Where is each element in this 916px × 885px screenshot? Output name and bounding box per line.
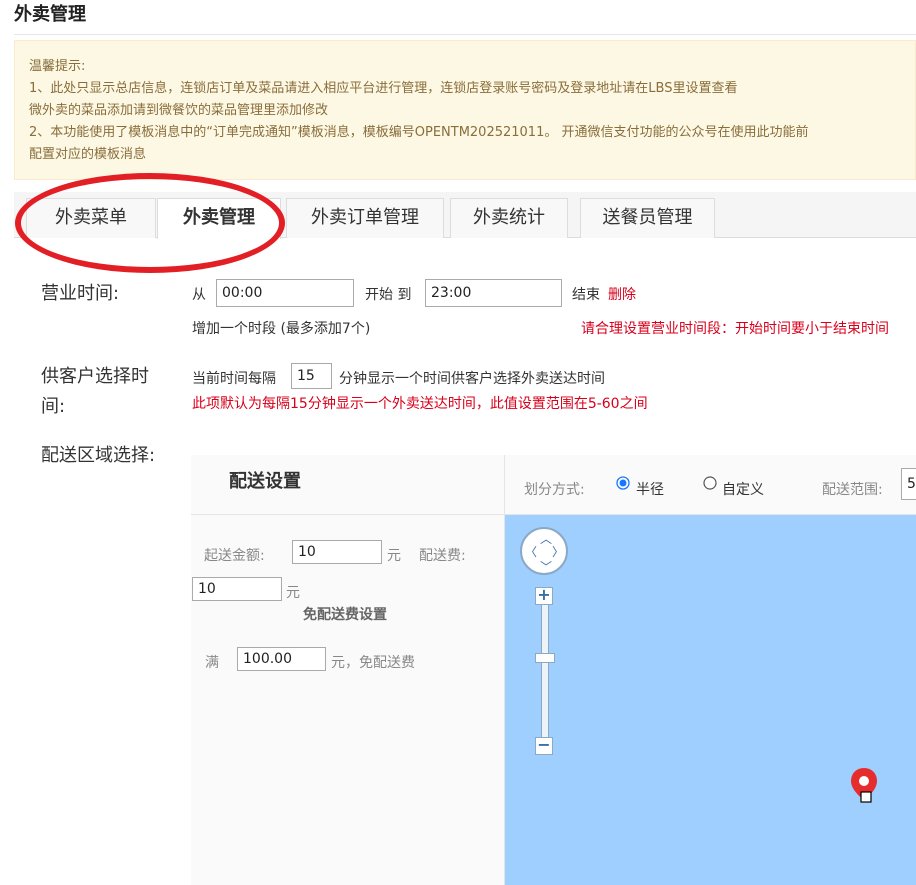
delivery-fee-unit: 元 (286, 585, 300, 601)
radio-radius-checked-icon[interactable] (616, 476, 630, 490)
page-title: 外卖管理 (14, 4, 86, 25)
notice-line-3: 2、本功能使用了模板消息中的“订单完成通知”模板消息，模板编号OPENTM202… (29, 125, 809, 140)
zoom-slider-handle[interactable] (535, 653, 555, 663)
divide-method-label: 划分方式: (524, 482, 585, 498)
range-label: 配送范围: (822, 482, 883, 498)
range-input[interactable]: 5 (901, 468, 916, 500)
full-label: 满 (205, 655, 219, 671)
zoom-in-icon[interactable]: + (535, 587, 553, 605)
notice-line-1: 1、此处只显示总店信息，连锁店订单及菜品请进入相应平台进行管理，连锁店登录账号密… (29, 81, 738, 96)
tab-takeout-stats[interactable]: 外卖统计 (450, 198, 568, 238)
tab-bar: 外卖菜单 外卖管理 外卖订单管理 外卖统计 送餐员管理 (14, 192, 916, 239)
radio-custom-icon[interactable] (703, 476, 717, 490)
delivery-area-label: 配送区域选择: (41, 445, 156, 466)
delivery-fee-input[interactable]: 10 (192, 577, 282, 601)
end-label: 结束 (572, 287, 600, 303)
zoom-out-icon[interactable]: − (535, 737, 553, 755)
start-time-input[interactable]: 00:00 (216, 279, 354, 307)
add-slot-link[interactable]: 增加一个时段 (最多添加7个) (192, 318, 370, 338)
tab-takeout-orders[interactable]: 外卖订单管理 (286, 198, 444, 238)
delivery-fee-label: 配送费: (419, 548, 466, 564)
delivery-map[interactable] (505, 515, 916, 885)
end-time-input[interactable]: 23:00 (425, 279, 562, 307)
map-marker-icon[interactable] (850, 767, 878, 807)
notice-box: 温馨提示: 1、此处只显示总店信息，连锁店订单及菜品请进入相应平台进行管理，连锁… (14, 40, 916, 180)
hours-warning: 请合理设置营业时间段：开始时间要小于结束时间 (581, 321, 889, 337)
radio-radius-label[interactable]: 半径 (636, 479, 664, 499)
delete-slot-link[interactable]: 删除 (608, 284, 636, 304)
notice-line-2: 微外卖的菜品添加请到微餐饮的菜品管理里添加修改 (29, 103, 329, 118)
min-amount-label: 起送金额: (204, 548, 265, 564)
radio-custom-label[interactable]: 自定义 (722, 479, 764, 499)
tab-takeout-menu[interactable]: 外卖菜单 (26, 198, 156, 238)
interval-prefix: 当前时间每隔 (192, 371, 276, 387)
min-amount-unit: 元 (387, 548, 401, 564)
notice-line-4: 配置对应的模板消息 (29, 147, 147, 162)
min-amount-input[interactable]: 10 (292, 540, 382, 564)
free-threshold-input[interactable]: 100.00 (237, 647, 326, 671)
notice-heading: 温馨提示: (29, 59, 86, 74)
start-to-label: 开始 到 (365, 287, 412, 303)
map-nav-icon[interactable]: ︿ ﹀ 〈 〉 (520, 527, 568, 575)
customer-time-label-2: 间: (41, 396, 66, 417)
customer-time-label-1: 供客户选择时 (41, 366, 149, 387)
tab-takeout-management[interactable]: 外卖管理 (157, 198, 281, 239)
interval-note: 此项默认为每隔15分钟显示一个外卖送达时间，此值设置范围在5-60之间 (192, 396, 648, 412)
zoom-slider-track[interactable] (541, 604, 549, 744)
interval-suffix: 分钟显示一个时间供客户选择外卖送达时间 (339, 371, 605, 387)
title-divider (14, 34, 916, 35)
free-fee-title: 免配送费设置 (303, 607, 387, 623)
delivery-settings-title: 配送设置 (229, 471, 301, 492)
interval-input[interactable]: 15 (291, 363, 332, 389)
tab-courier-management[interactable]: 送餐员管理 (580, 198, 715, 238)
free-fee-suffix: 元，免配送费 (331, 655, 415, 671)
business-hours-label: 营业时间: (41, 283, 120, 304)
from-label: 从 (192, 287, 206, 303)
